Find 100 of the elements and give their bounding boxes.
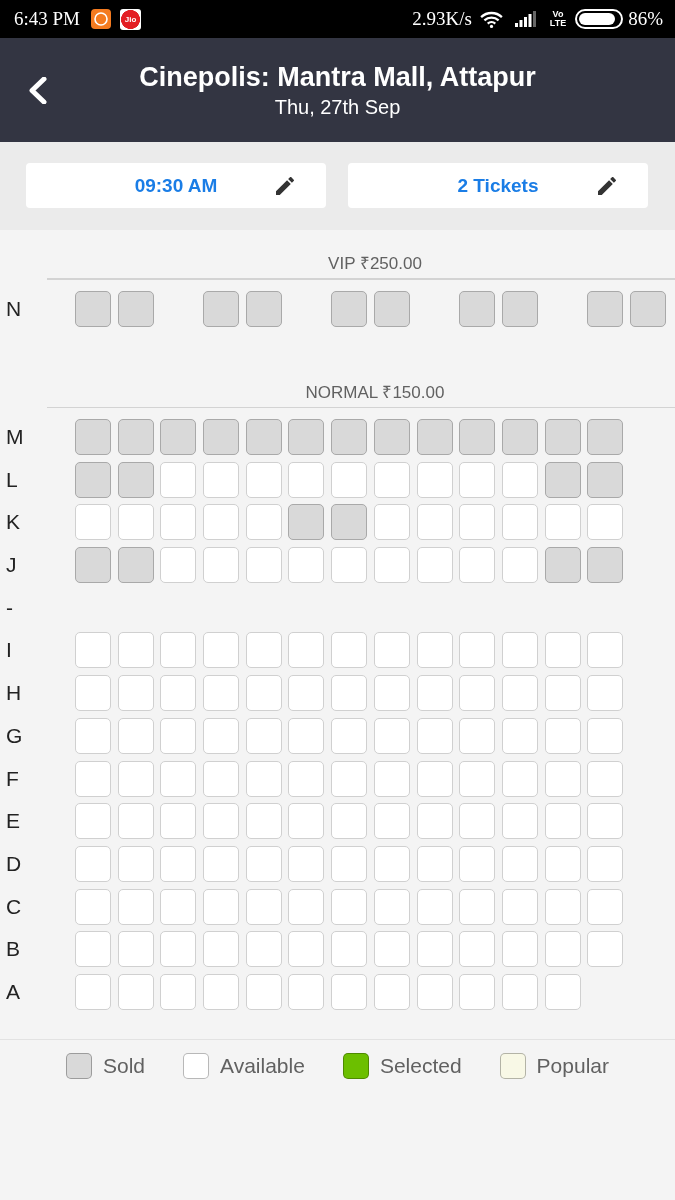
- seat[interactable]: [416, 888, 453, 925]
- seat[interactable]: [203, 931, 240, 968]
- seat[interactable]: [373, 504, 410, 541]
- seat[interactable]: [75, 675, 111, 712]
- seat[interactable]: [203, 973, 240, 1010]
- seat[interactable]: [416, 547, 453, 584]
- seat[interactable]: [544, 760, 581, 797]
- seat[interactable]: [288, 632, 325, 669]
- seat[interactable]: [245, 461, 282, 498]
- seat[interactable]: [117, 973, 154, 1010]
- seat[interactable]: [544, 845, 581, 882]
- seat[interactable]: [160, 973, 197, 1010]
- seat[interactable]: [203, 632, 240, 669]
- seat[interactable]: [416, 717, 453, 754]
- seat[interactable]: [203, 675, 240, 712]
- seat[interactable]: [373, 845, 410, 882]
- seat[interactable]: [75, 504, 111, 541]
- seat[interactable]: [160, 760, 197, 797]
- seat[interactable]: [203, 504, 240, 541]
- seat[interactable]: [416, 973, 453, 1010]
- seat[interactable]: [373, 547, 410, 584]
- seat[interactable]: [245, 760, 282, 797]
- seat[interactable]: [331, 931, 368, 968]
- seat[interactable]: [288, 547, 325, 584]
- seat[interactable]: [459, 931, 496, 968]
- seat[interactable]: [459, 845, 496, 882]
- seat[interactable]: [75, 632, 111, 669]
- seat[interactable]: [501, 931, 538, 968]
- seat[interactable]: [331, 845, 368, 882]
- seat[interactable]: [117, 888, 154, 925]
- seat[interactable]: [288, 675, 325, 712]
- seat[interactable]: [288, 760, 325, 797]
- seat[interactable]: [587, 803, 624, 840]
- seat[interactable]: [288, 845, 325, 882]
- seat[interactable]: [331, 675, 368, 712]
- seat[interactable]: [160, 675, 197, 712]
- seat[interactable]: [245, 931, 282, 968]
- seat[interactable]: [501, 547, 538, 584]
- seat[interactable]: [288, 888, 325, 925]
- seat[interactable]: [459, 760, 496, 797]
- seat[interactable]: [587, 888, 624, 925]
- seat[interactable]: [416, 461, 453, 498]
- seat[interactable]: [501, 845, 538, 882]
- seat[interactable]: [75, 803, 111, 840]
- seat[interactable]: [288, 931, 325, 968]
- seat[interactable]: [331, 632, 368, 669]
- seat[interactable]: [75, 888, 111, 925]
- seat[interactable]: [288, 461, 325, 498]
- seat[interactable]: [288, 973, 325, 1010]
- seat[interactable]: [459, 632, 496, 669]
- seat[interactable]: [160, 931, 197, 968]
- seat[interactable]: [331, 717, 368, 754]
- seat[interactable]: [587, 931, 624, 968]
- seat[interactable]: [416, 845, 453, 882]
- seat[interactable]: [459, 675, 496, 712]
- seat[interactable]: [544, 888, 581, 925]
- seat[interactable]: [416, 803, 453, 840]
- seat[interactable]: [544, 675, 581, 712]
- seat[interactable]: [288, 803, 325, 840]
- seat[interactable]: [75, 717, 111, 754]
- seat[interactable]: [75, 845, 111, 882]
- seat[interactable]: [587, 504, 624, 541]
- seat[interactable]: [544, 931, 581, 968]
- seat[interactable]: [373, 717, 410, 754]
- seat[interactable]: [587, 632, 624, 669]
- seat[interactable]: [245, 845, 282, 882]
- seat[interactable]: [117, 504, 154, 541]
- seat[interactable]: [331, 547, 368, 584]
- seat[interactable]: [501, 973, 538, 1010]
- seat[interactable]: [416, 675, 453, 712]
- seat[interactable]: [160, 547, 197, 584]
- seat[interactable]: [117, 675, 154, 712]
- seat[interactable]: [501, 675, 538, 712]
- seat[interactable]: [245, 547, 282, 584]
- seat[interactable]: [245, 504, 282, 541]
- seat[interactable]: [203, 803, 240, 840]
- seat[interactable]: [160, 803, 197, 840]
- seat[interactable]: [544, 632, 581, 669]
- seat[interactable]: [160, 461, 197, 498]
- seat[interactable]: [245, 888, 282, 925]
- seat[interactable]: [117, 803, 154, 840]
- seat[interactable]: [245, 973, 282, 1010]
- seat[interactable]: [459, 547, 496, 584]
- seat[interactable]: [203, 760, 240, 797]
- seat[interactable]: [501, 504, 538, 541]
- seat[interactable]: [587, 717, 624, 754]
- seat[interactable]: [373, 803, 410, 840]
- seat[interactable]: [203, 845, 240, 882]
- seat[interactable]: [373, 973, 410, 1010]
- seat[interactable]: [203, 717, 240, 754]
- seat[interactable]: [160, 845, 197, 882]
- seat[interactable]: [373, 760, 410, 797]
- seat[interactable]: [501, 717, 538, 754]
- seat[interactable]: [245, 803, 282, 840]
- seat[interactable]: [117, 845, 154, 882]
- seat[interactable]: [373, 675, 410, 712]
- seat[interactable]: [331, 888, 368, 925]
- seat[interactable]: [117, 717, 154, 754]
- seat[interactable]: [587, 675, 624, 712]
- seat[interactable]: [331, 760, 368, 797]
